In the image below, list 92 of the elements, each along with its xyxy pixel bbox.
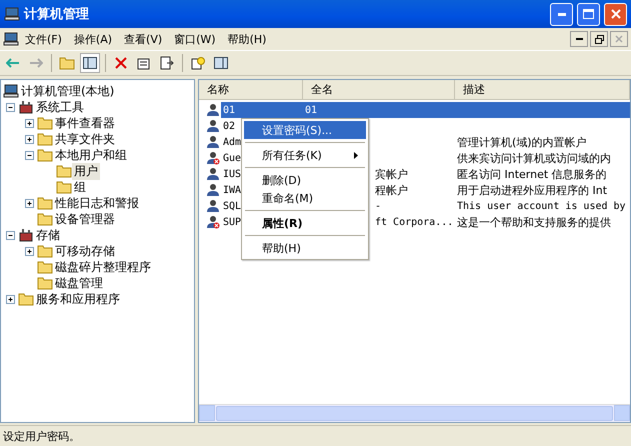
menu-item[interactable]: 删除(D) xyxy=(244,171,366,189)
tree-item[interactable]: 磁盘碎片整理程序 xyxy=(53,258,153,276)
tree-item[interactable]: 共享文件夹 xyxy=(53,130,117,148)
tree-item[interactable]: 组 xyxy=(72,178,88,196)
menu-item[interactable]: 查看(V) xyxy=(118,32,168,46)
menu-item[interactable]: 重命名(M) xyxy=(244,189,366,214)
maximize-button[interactable] xyxy=(577,2,600,26)
folder-icon xyxy=(37,116,53,130)
submenu-arrow-icon xyxy=(354,152,358,158)
expand-icon[interactable] xyxy=(22,246,37,256)
toolbox-icon xyxy=(18,227,34,243)
tree-item[interactable]: 设备管理器 xyxy=(53,210,117,228)
pane-icon xyxy=(83,57,97,69)
expand-icon[interactable] xyxy=(3,294,18,304)
table-cell-text: - xyxy=(374,200,382,214)
status-text: 设定用户密码。 xyxy=(3,428,80,444)
tree-item[interactable]: 服务和应用程序 xyxy=(34,290,122,308)
table-cell[interactable]: SQL xyxy=(221,198,244,214)
expand-icon[interactable] xyxy=(22,118,37,128)
folder-icon xyxy=(18,292,34,306)
restore-icon xyxy=(594,34,604,44)
collapse-icon[interactable] xyxy=(3,230,18,240)
menu-item[interactable]: 设置密码(S)... xyxy=(244,121,366,146)
window-title: 计算机管理 xyxy=(24,6,90,23)
table-cell[interactable]: 01 xyxy=(221,102,303,118)
help-icon xyxy=(191,56,205,70)
document-icon xyxy=(137,56,151,70)
menu-item[interactable]: 属性(R) xyxy=(244,214,366,239)
toolbox-icon xyxy=(18,99,34,115)
restore-button[interactable] xyxy=(590,31,608,47)
pane-icon xyxy=(214,57,228,69)
folder-icon xyxy=(37,244,53,258)
computer-icon[interactable] xyxy=(3,31,19,47)
folder-icon xyxy=(37,132,53,146)
table-cell-text: 宾帐户 xyxy=(374,166,409,182)
tree-item[interactable]: 性能日志和警报 xyxy=(53,194,141,212)
table-cell-text: This user account is used by xyxy=(456,200,627,214)
column-header[interactable]: 名称 xyxy=(199,80,303,99)
right-arrow-icon xyxy=(29,58,43,68)
computer-icon xyxy=(3,83,19,99)
expand-icon[interactable] xyxy=(22,198,37,208)
table-cell-text: 匿名访问 Internet 信息服务的 xyxy=(456,166,608,182)
table-cell: 01 xyxy=(303,102,455,118)
folder-icon xyxy=(37,276,53,290)
tree-item[interactable]: 本地用户和组 xyxy=(53,146,129,164)
menu-item[interactable]: 窗口(W) xyxy=(168,32,222,46)
table-cell-text: 供来宾访问计算机或访问域的内 xyxy=(456,150,612,166)
minimize-button[interactable] xyxy=(570,31,588,47)
folder-icon xyxy=(37,196,53,210)
folder-icon xyxy=(56,164,72,178)
folder-icon xyxy=(59,56,75,70)
table-cell-text: 管理计算机(域)的内置帐户 xyxy=(456,134,588,150)
minimize-icon xyxy=(576,38,582,40)
table-cell[interactable]: 02 xyxy=(221,118,238,134)
collapse-icon[interactable] xyxy=(3,102,18,112)
tree-item[interactable]: 事件查看器 xyxy=(53,114,117,132)
folder-icon xyxy=(37,148,53,162)
computer-icon xyxy=(4,6,20,22)
table-cell-text: 用于启动进程外应用程序的 Int xyxy=(456,182,608,198)
table-cell-text: ft Corpora... xyxy=(374,216,454,230)
left-arrow-icon xyxy=(6,58,20,68)
collapse-icon[interactable] xyxy=(22,150,37,160)
expand-icon[interactable] xyxy=(22,134,37,144)
column-header[interactable]: 全名 xyxy=(303,80,455,99)
tree-item[interactable]: 可移动存储 xyxy=(53,242,117,260)
maximize-icon xyxy=(583,9,594,19)
minimize-icon xyxy=(558,12,566,16)
tree-item[interactable]: 磁盘管理 xyxy=(53,274,105,292)
menu-item[interactable]: 文件(F) xyxy=(19,32,68,46)
folder-icon xyxy=(37,212,53,226)
tree-item[interactable]: 用户 xyxy=(72,162,100,180)
column-header[interactable]: 描述 xyxy=(455,80,630,99)
table-cell[interactable]: IUS xyxy=(221,166,244,182)
close-icon xyxy=(610,9,620,19)
tree-toggle-button[interactable] xyxy=(80,53,100,73)
table-cell[interactable]: Adm xyxy=(221,134,244,150)
menu-item[interactable]: 所有任务(K) xyxy=(244,146,366,171)
tree-item[interactable]: 计算机管理(本地) xyxy=(19,82,116,100)
horizontal-scrollbar[interactable] xyxy=(199,404,630,422)
folder-icon xyxy=(37,260,53,274)
folder-icon xyxy=(56,180,72,194)
table-cell[interactable]: IWA xyxy=(221,182,244,198)
tree-item[interactable]: 存储 xyxy=(34,226,62,244)
export-icon xyxy=(160,56,174,70)
delete-icon xyxy=(115,57,127,69)
table-cell-text: 程帐户 xyxy=(374,182,409,198)
menu-item[interactable]: 帮助(H) xyxy=(244,239,366,257)
menu-item[interactable]: 帮助(H) xyxy=(222,32,272,46)
tree-item[interactable]: 系统工具 xyxy=(34,98,86,116)
close-icon xyxy=(615,35,623,43)
menu-item[interactable]: 操作(A) xyxy=(68,32,118,46)
table-cell-text: 这是一个帮助和支持服务的提供 xyxy=(456,214,612,230)
